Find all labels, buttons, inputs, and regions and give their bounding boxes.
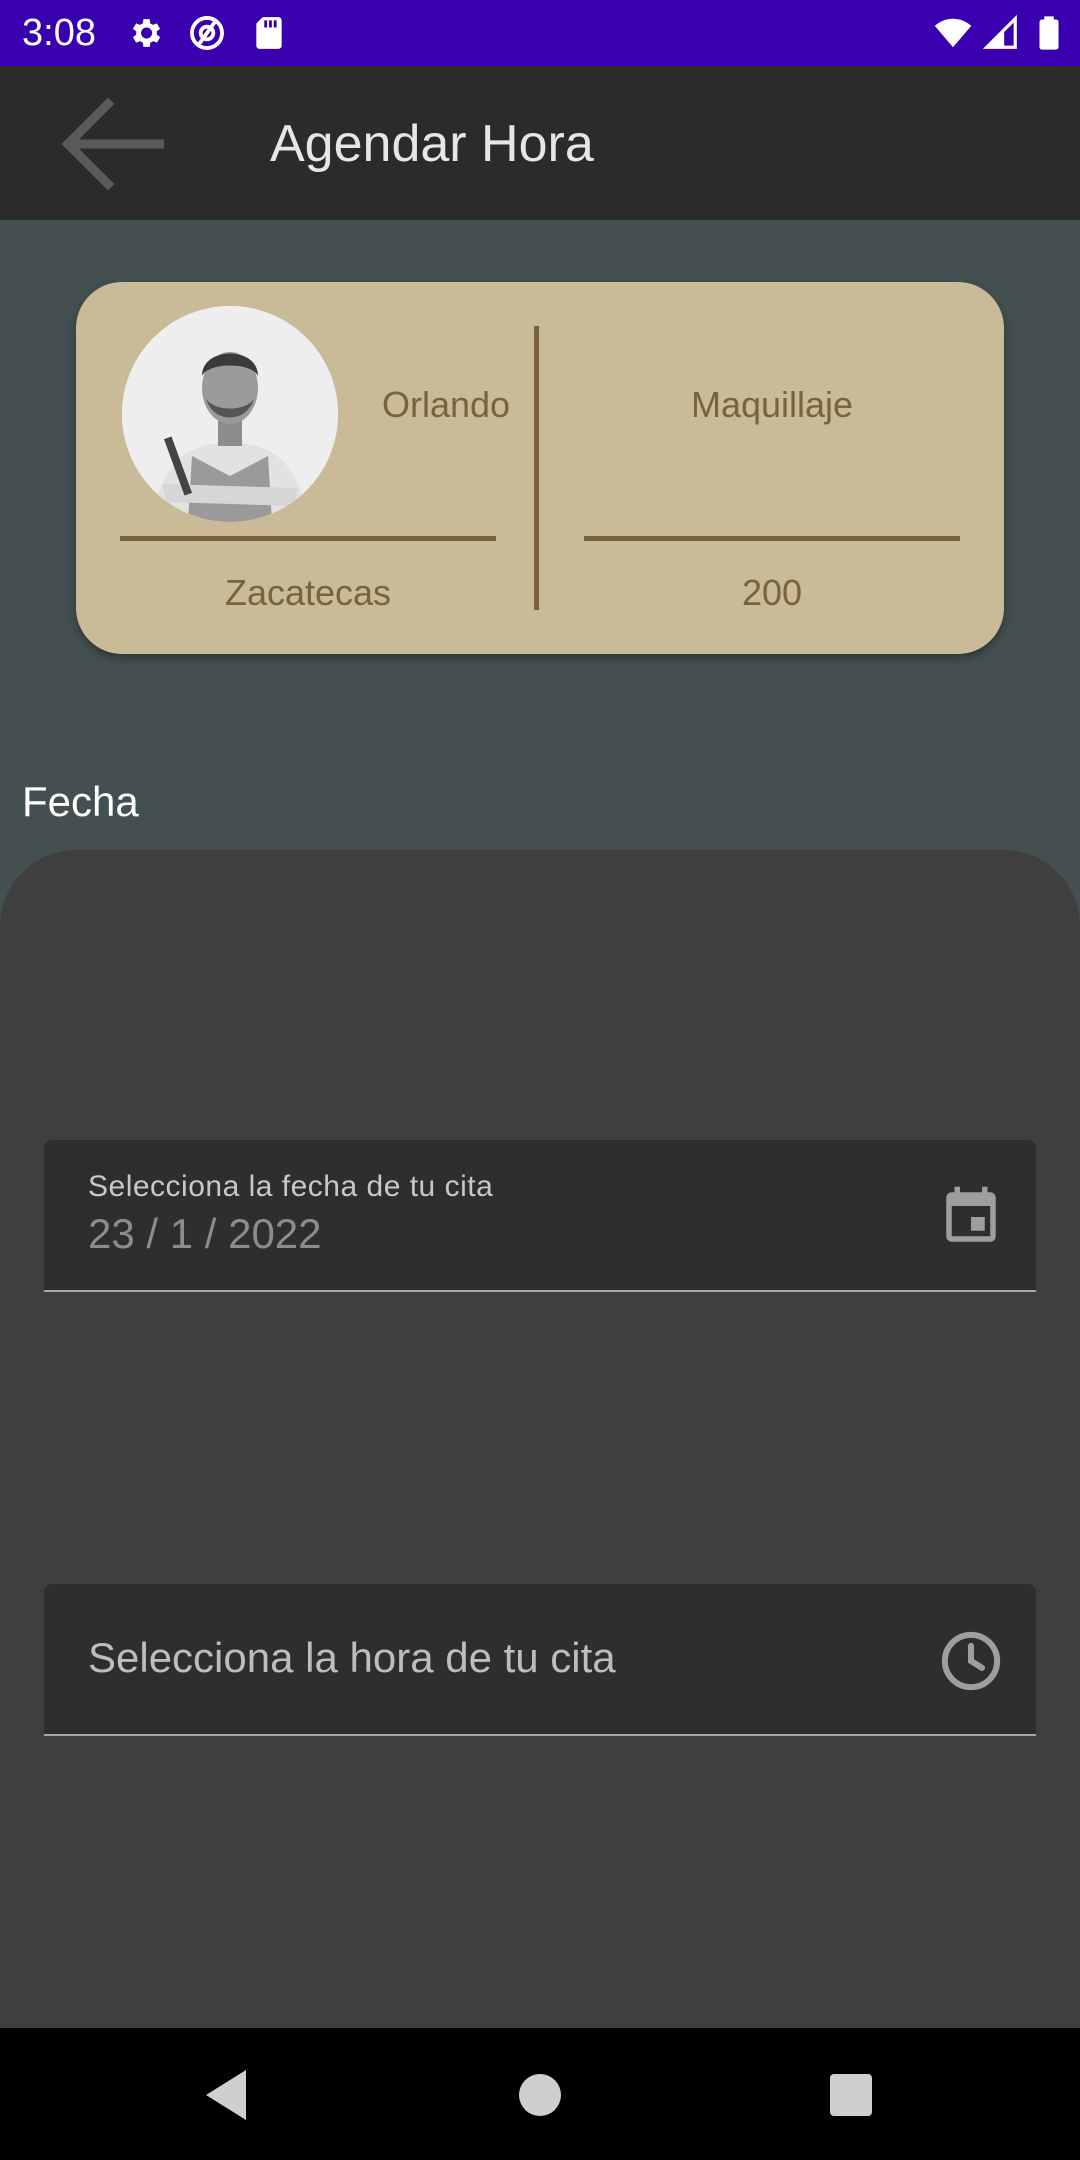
- navigation-bar: [0, 2028, 1080, 2160]
- page-title: Agendar Hora: [270, 115, 594, 173]
- divider: [120, 536, 496, 541]
- service-name: Maquillaje: [690, 384, 854, 425]
- section-label-fecha: Fecha: [22, 778, 139, 825]
- home-circle-icon[interactable]: [505, 2060, 575, 2130]
- avatar: [122, 306, 338, 522]
- form-sheet: Selecciona la fecha de tu cita 23 / 1 / …: [0, 850, 1080, 2028]
- arrow-back-icon[interactable]: [60, 96, 164, 192]
- calendar-icon[interactable]: [938, 1184, 1004, 1250]
- settings-icon: [132, 19, 161, 47]
- time-field[interactable]: Selecciona la hora de tu cita: [44, 1584, 1036, 1736]
- wifi-icon: [934, 18, 972, 48]
- professional-name: Orlando: [382, 384, 511, 425]
- status-time: 3:08: [22, 12, 96, 54]
- sd-card-icon: [256, 17, 282, 49]
- back-triangle-icon[interactable]: [192, 2060, 262, 2130]
- date-field[interactable]: Selecciona la fecha de tu cita 23 / 1 / …: [44, 1140, 1036, 1292]
- recents-square-icon[interactable]: [816, 2060, 886, 2130]
- at-sign-icon: [190, 16, 224, 50]
- date-field-value[interactable]: 23 / 1 / 2022: [88, 1210, 322, 1258]
- service-price: 200: [741, 572, 803, 613]
- divider: [584, 536, 960, 541]
- clock-icon[interactable]: [938, 1628, 1004, 1694]
- app-bar: Agendar Hora: [0, 66, 1080, 220]
- professional-card: Orlando Zacatecas Maquillaje 200: [76, 282, 1004, 654]
- status-bar: 3:08: [0, 0, 1080, 66]
- battery-icon: [1039, 16, 1059, 50]
- vertical-divider: [534, 326, 539, 610]
- signal-icon: [982, 14, 1017, 49]
- date-field-label: Selecciona la fecha de tu cita: [88, 1170, 494, 1203]
- time-field-placeholder[interactable]: Selecciona la hora de tu cita: [88, 1634, 616, 1682]
- professional-location: Zacatecas: [224, 572, 392, 613]
